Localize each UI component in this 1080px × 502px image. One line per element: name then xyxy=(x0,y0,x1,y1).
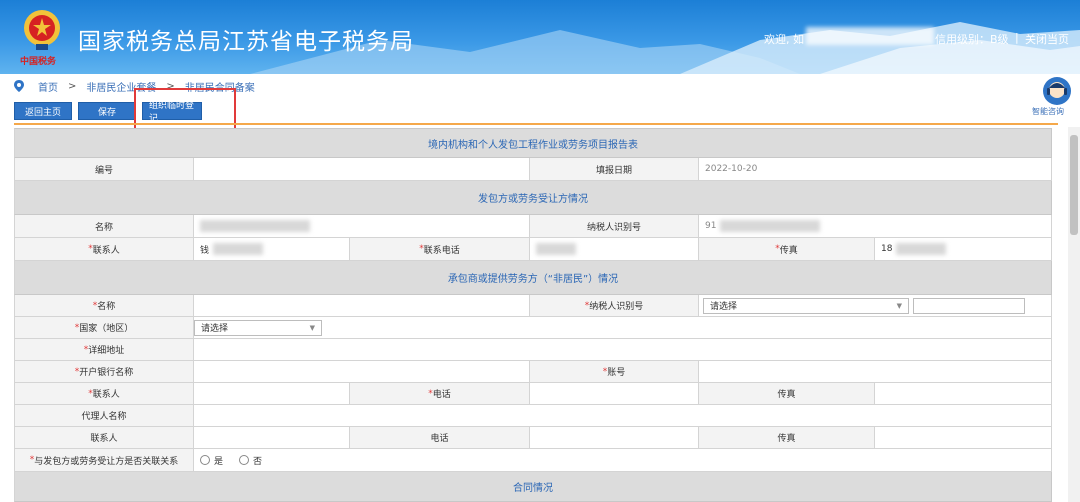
fill-date-label: 填报日期 xyxy=(530,158,699,181)
contractor-phone-label: * 联系电话 xyxy=(350,238,530,261)
breadcrumb-home[interactable]: 首页 xyxy=(38,79,58,94)
contractor-phone-value xyxy=(530,238,699,261)
agent-phone-input[interactable] xyxy=(530,427,699,449)
sub-name-row: * 名称 * 纳税人识别号 请选择 ▼ xyxy=(14,295,1052,317)
contractor-taxid-label: 纳税人识别号 xyxy=(530,215,699,238)
sub-account-label: * 账号 xyxy=(530,361,699,383)
related-row: * 与发包方或劳务受让方是否关联关系 是 否 xyxy=(14,449,1052,472)
username-redacted xyxy=(806,27,934,45)
chevron-down-icon: ▼ xyxy=(896,301,902,310)
agent-fax-label: 传真 xyxy=(699,427,875,449)
save-button[interactable]: 保存 xyxy=(78,102,136,120)
sub-fax-input[interactable] xyxy=(875,383,1052,405)
number-row: 编号 填报日期 2022-10-20 xyxy=(14,158,1052,181)
contractor-contact-value: 钱 xyxy=(194,238,350,261)
contractor-contact-label: * 联系人 xyxy=(14,238,194,261)
contractor-taxid-value: 91 xyxy=(699,215,1052,238)
contractor-section-title: 发包方或劳务受让方情况 xyxy=(14,181,1052,215)
contractor-fax-prefix: 18 xyxy=(881,244,893,254)
contract-section-title: 合同情况 xyxy=(14,472,1052,502)
contractor-name-value xyxy=(194,215,530,238)
sub-taxid-label: * 纳税人识别号 xyxy=(530,295,699,317)
contractor-section-row: 发包方或劳务受让方情况 xyxy=(14,181,1052,215)
contractor-fax-value: 18 xyxy=(875,238,1052,261)
agent-contact-input[interactable] xyxy=(194,427,350,449)
breadcrumb-sep: > xyxy=(68,80,77,92)
sub-fax-label: 传真 xyxy=(699,383,875,405)
sub-country-cell: 请选择 ▼ xyxy=(194,317,1052,339)
scrollbar-thumb[interactable] xyxy=(1070,135,1078,235)
agent-name-label: 代理人名称 xyxy=(14,405,194,427)
return-home-button[interactable]: 返回主页 xyxy=(14,102,72,120)
contractor-name-row: 名称 纳税人识别号 91 xyxy=(14,215,1052,238)
tax-emblem-icon xyxy=(24,10,60,50)
sub-address-row: * 详细地址 xyxy=(14,339,1052,361)
sub-name-label: * 名称 xyxy=(14,295,194,317)
sub-taxid-input[interactable] xyxy=(913,297,1025,314)
sub-taxid-cell: 请选择 ▼ xyxy=(699,295,1052,317)
location-pin-icon xyxy=(14,80,24,92)
related-yes-label[interactable]: 是 xyxy=(214,454,223,467)
sub-account-input[interactable] xyxy=(699,361,1052,383)
related-yes-radio[interactable] xyxy=(200,455,210,465)
contractor-name-label: 名称 xyxy=(14,215,194,238)
sub-address-input[interactable] xyxy=(194,339,1052,361)
subcontractor-section-row: 承包商或提供劳务方（“非居民”）情况 xyxy=(14,261,1052,295)
sub-contact-label: * 联系人 xyxy=(14,383,194,405)
site-title: 国家税务总局江苏省电子税务局 xyxy=(78,29,414,55)
header-separator: | xyxy=(1015,31,1019,44)
sub-contact-input[interactable] xyxy=(194,383,350,405)
sub-taxid-select[interactable]: 请选择 ▼ xyxy=(703,297,909,314)
contractor-taxid-prefix: 91 xyxy=(705,221,717,231)
contractor-contact-row: * 联系人 钱 * 联系电话 * 传真 18 xyxy=(14,238,1052,261)
assistant-label[interactable]: 智能咨询 xyxy=(1032,106,1064,117)
sub-bank-label: * 开户银行名称 xyxy=(14,361,194,383)
sub-country-row: * 国家（地区） 请选择 ▼ xyxy=(14,317,1052,339)
sub-country-label: * 国家（地区） xyxy=(14,317,194,339)
emblem-caption: 中国税务 xyxy=(20,57,57,67)
assistant-avatar-icon[interactable] xyxy=(1042,76,1072,106)
related-options: 是 否 xyxy=(194,449,1052,472)
sub-bank-input[interactable] xyxy=(194,361,530,383)
welcome-text: 欢迎, 如 xyxy=(764,33,804,46)
sub-name-input[interactable] xyxy=(194,295,530,317)
sub-phone-input[interactable] xyxy=(530,383,699,405)
contractor-fax-label: * 传真 xyxy=(699,238,875,261)
sub-phone-label: * 电话 xyxy=(350,383,530,405)
sub-country-select[interactable]: 请选择 ▼ xyxy=(194,319,322,336)
number-label: 编号 xyxy=(14,158,194,181)
number-value xyxy=(194,158,530,181)
related-no-radio[interactable] xyxy=(239,455,250,465)
form-title: 境内机构和个人发包工程作业或劳务项目报告表 xyxy=(14,128,1052,158)
close-page-link[interactable]: 关闭当页 xyxy=(1025,31,1069,47)
form-title-row: 境内机构和个人发包工程作业或劳务项目报告表 xyxy=(14,128,1052,158)
related-no-label[interactable]: 否 xyxy=(253,454,262,467)
chevron-down-icon: ▼ xyxy=(309,323,315,332)
site-header: 中国税务 国家税务总局江苏省电子税务局 欢迎, 如 信用级别：B级 | 关闭当页 xyxy=(0,0,1080,74)
credit-level: 信用级别：B级 xyxy=(935,33,1009,46)
agent-name-input[interactable] xyxy=(194,405,1052,427)
toolbar-divider xyxy=(14,123,1058,125)
sub-bank-row: * 开户银行名称 * 账号 xyxy=(14,361,1052,383)
agent-fax-input[interactable] xyxy=(875,427,1052,449)
contractor-contact-prefix: 钱 xyxy=(200,245,210,256)
agent-row: 代理人名称 xyxy=(14,405,1052,427)
agent-phone-label: 电话 xyxy=(350,427,530,449)
contract-section-row: 合同情况 xyxy=(14,472,1052,502)
subcontractor-section-title: 承包商或提供劳务方（“非居民”）情况 xyxy=(14,261,1052,295)
agent-contact-label: 联系人 xyxy=(14,427,194,449)
agent-contact-row: 联系人 电话 传真 xyxy=(14,427,1052,449)
related-label: * 与发包方或劳务受让方是否关联关系 xyxy=(14,449,194,472)
sub-address-label: * 详细地址 xyxy=(14,339,194,361)
fill-date-value: 2022-10-20 xyxy=(699,158,1052,181)
sub-contact-row: * 联系人 * 电话 传真 xyxy=(14,383,1052,405)
